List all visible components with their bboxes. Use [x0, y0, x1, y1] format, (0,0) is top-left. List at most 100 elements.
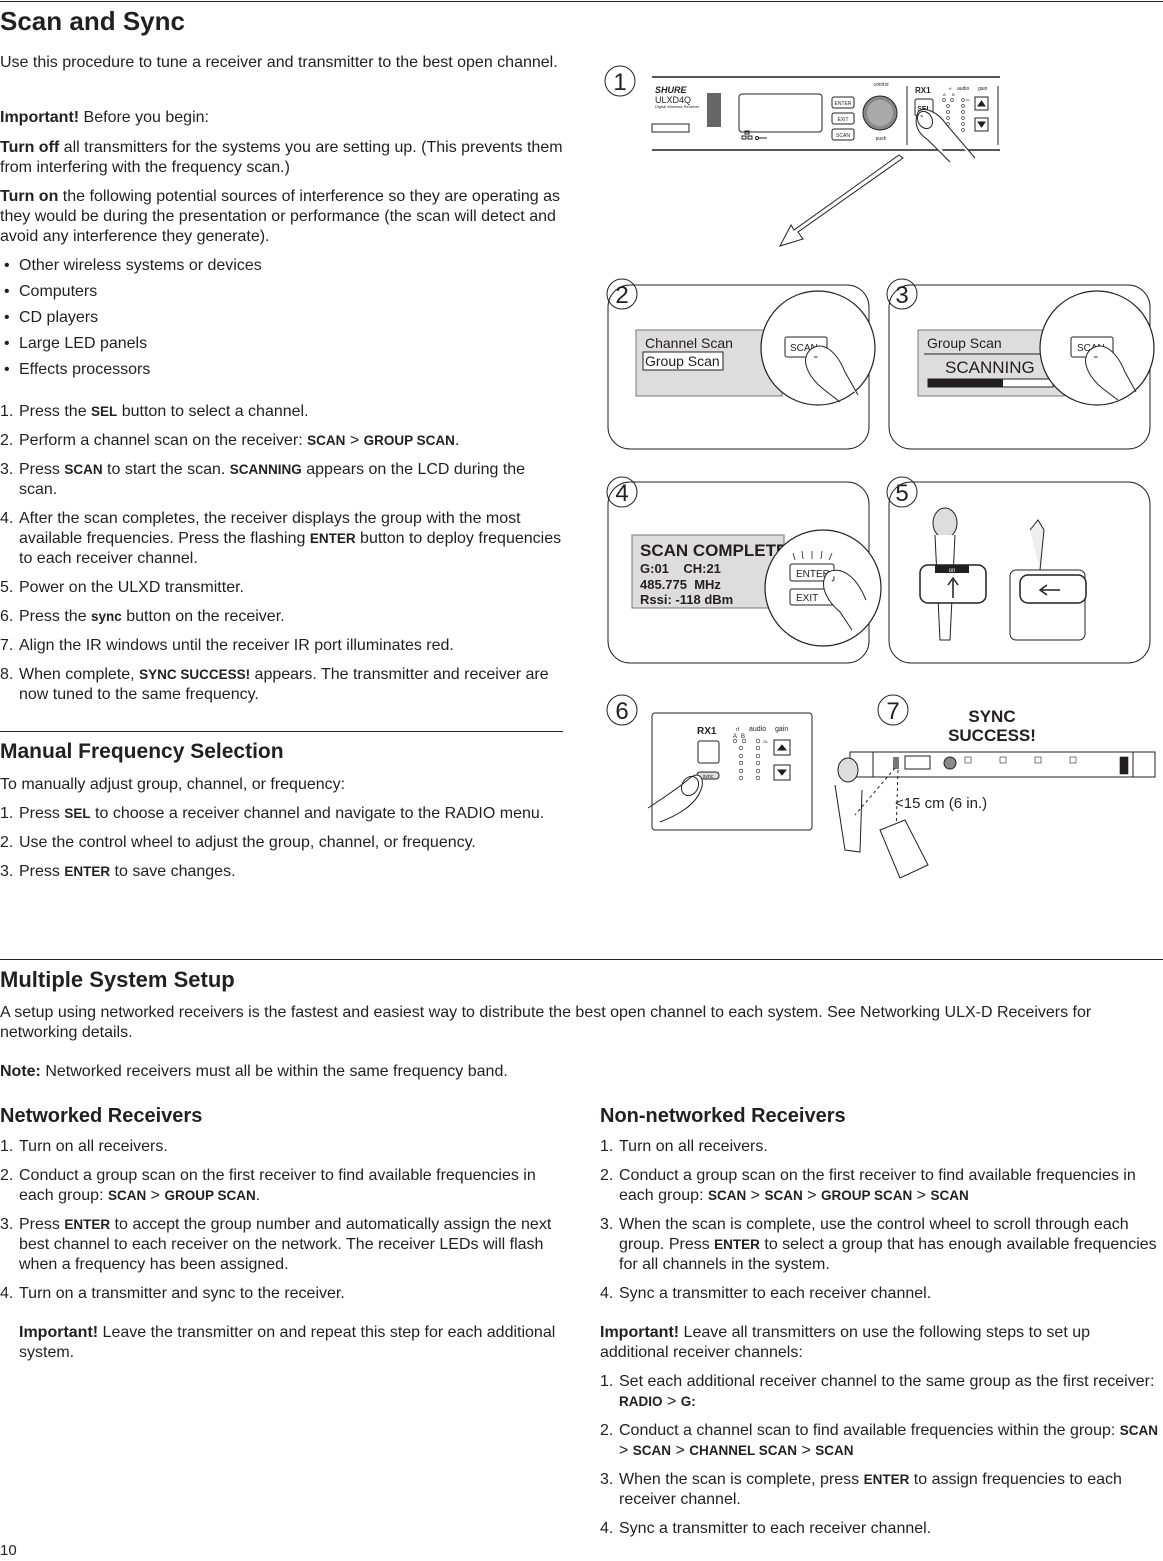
step-number: 1.: [0, 1138, 14, 1155]
step-number-2: 2: [606, 278, 638, 310]
svg-text:<15 cm (6 in.): <15 cm (6 in.): [895, 795, 987, 812]
command-label: G:: [680, 1394, 696, 1409]
important-label: Important!: [600, 1324, 680, 1341]
group-scan-lcd: Group Scan SCANNING SCAN: [917, 290, 1155, 406]
svg-text:4: 4: [615, 480, 628, 507]
svg-text:RX1: RX1: [915, 86, 931, 95]
command-label: SCAN: [107, 1188, 147, 1203]
svg-text:control: control: [873, 82, 888, 88]
svg-text:6: 6: [615, 698, 628, 725]
procedure-illustrations: 1 2 3 4 5 6 7 SHURE ULXD4Q Digital Wirel…: [604, 65, 1156, 879]
step-number: 2.: [0, 1167, 14, 1184]
step-item: 1. Turn on all receivers.: [600, 1137, 1162, 1157]
sync-success: SYNC SUCCESS! <15 cm (6 in.): [834, 707, 1156, 879]
command-label: SCAN: [707, 1188, 747, 1203]
important-label: Important!: [19, 1324, 99, 1341]
svg-text:OL: OL: [763, 739, 769, 744]
svg-text:gain: gain: [775, 726, 788, 733]
step-text: >: [662, 1393, 681, 1410]
scan-complete-lcd: SCAN COMPLETE G:01 CH:21 485.775 MHz Rss…: [631, 529, 882, 647]
ir-window: [707, 93, 721, 127]
networked-steps: 1. Turn on all receivers. 2. Conduct a grou…: [0, 1137, 566, 1304]
svg-text:sync: sync: [703, 774, 714, 780]
step-text: >: [146, 1187, 165, 1204]
svg-text:audio: audio: [749, 726, 766, 733]
svg-text:B: B: [952, 92, 955, 97]
step-number: 1.: [600, 1373, 614, 1390]
step-number: 4.: [0, 1285, 14, 1302]
step-number: 3.: [600, 1471, 614, 1488]
svg-text:RX1: RX1: [697, 726, 717, 737]
step-text: Turn on all receivers.: [19, 1138, 168, 1155]
transmitter-power-on: on: [919, 507, 1087, 641]
step-item: 3. When the scan is complete, use the con…: [600, 1215, 1162, 1275]
svg-text:EXIT: EXIT: [837, 117, 848, 123]
step-text: When the scan is complete, press: [619, 1471, 864, 1488]
bodypack-transmitter: [879, 819, 929, 879]
svg-text:Group Scan: Group Scan: [645, 353, 720, 369]
step-text: >: [619, 1442, 633, 1459]
non-networked-steps: 1. Turn on all receivers. 2. Conduct a grou…: [600, 1137, 1162, 1304]
step-text: Press: [19, 1216, 65, 1233]
step-text: Set each additional receiver channel to …: [619, 1373, 1155, 1390]
svg-text:Rssi: -118 dBm: Rssi: -118 dBm: [640, 592, 733, 607]
led-indicators: [732, 738, 761, 781]
note: Note: Networked receivers must all be wi…: [0, 1062, 1150, 1082]
step-text: Conduct a channel scan to find available…: [619, 1422, 1120, 1439]
step-text: >: [912, 1187, 931, 1204]
svg-text:7: 7: [886, 698, 899, 725]
lock-key-icon: [755, 136, 767, 140]
svg-text:Digital Wireless Receiver: Digital Wireless Receiver: [655, 104, 700, 109]
step-item: 2. Conduct a group scan on the first rece…: [600, 1166, 1162, 1206]
step-text: >: [746, 1187, 765, 1204]
step-item: 3. Press ENTER to accept the group number…: [0, 1215, 566, 1275]
step-number-3: 3: [886, 278, 918, 310]
svg-text:ENTER: ENTER: [835, 101, 852, 107]
step-item: 2. Conduct a channel scan to find availab…: [600, 1421, 1162, 1461]
command-label: ENTER: [714, 1237, 760, 1252]
intro-text: A setup using networked receivers is the…: [0, 1004, 1092, 1041]
command-label: ENTER: [863, 1472, 910, 1487]
command-label: GROUP SCAN: [820, 1188, 913, 1203]
command-label: ENTER: [64, 1217, 111, 1232]
svg-text:EXIT: EXIT: [796, 593, 818, 604]
subsection-title: Non-networked Receivers: [600, 1105, 846, 1127]
step-number-6: 6: [606, 694, 638, 726]
step-item: 1. Set each additional receiver channel t…: [600, 1372, 1162, 1412]
additional-steps: 1. Set each additional receiver channel t…: [600, 1372, 1162, 1539]
command-label: SCAN: [815, 1443, 854, 1458]
step-item: 4. Turn on a transmitter and sync to the …: [0, 1284, 566, 1304]
down-arrow-icon: [779, 154, 904, 247]
channel-scan-lcd: Channel Scan Group Scan SCAN: [635, 290, 876, 406]
step-text: Turn on a transmitter and sync to the re…: [19, 1285, 345, 1302]
step-text: >: [671, 1442, 690, 1459]
multiple-section: Multiple System Setup: [0, 967, 1163, 993]
command-label: SCAN: [632, 1443, 672, 1458]
step-text: Sync a transmitter to each receiver chan…: [619, 1285, 932, 1302]
step-number: 4.: [600, 1520, 614, 1537]
important-note: Important! Leave the transmitter on and …: [0, 1323, 566, 1363]
lcd-display: [738, 93, 823, 133]
subsection-title: Networked Receivers: [0, 1105, 203, 1127]
step-item: 4. Sync a transmitter to each receiver ch…: [600, 1284, 1162, 1304]
section-title: Multiple System Setup: [0, 967, 235, 992]
step-text: >: [802, 1187, 821, 1204]
svg-text:485.775 MHz: 485.775 MHz: [640, 577, 721, 592]
svg-text:G:01 CH:21: G:01 CH:21: [640, 561, 721, 576]
svg-text:1: 1: [613, 69, 626, 96]
command-label: SCAN: [930, 1188, 969, 1203]
svg-text:SCAN: SCAN: [836, 133, 850, 139]
svg-text:SUCCESS!: SUCCESS!: [948, 726, 1036, 745]
svg-text:gain: gain: [978, 86, 988, 92]
svg-text:A: A: [943, 92, 946, 97]
step-number: 1.: [600, 1138, 614, 1155]
command-label: SCAN: [764, 1188, 803, 1203]
step-number: 2.: [600, 1167, 614, 1184]
networked-column: Networked Receivers 1. Turn on all receiv…: [0, 1103, 566, 1363]
svg-text:SCANNING: SCANNING: [945, 358, 1035, 377]
divider: [0, 959, 1163, 960]
step-item: 4. Sync a transmitter to each receiver ch…: [600, 1519, 1162, 1539]
non-networked-column: Non-networked Receivers 1. Turn on all re…: [600, 1103, 1162, 1539]
step-number-1: 1: [604, 65, 636, 97]
receiver-front-panel: SHURE ULXD4Q Digital Wireless Receiver E…: [651, 76, 1000, 163]
